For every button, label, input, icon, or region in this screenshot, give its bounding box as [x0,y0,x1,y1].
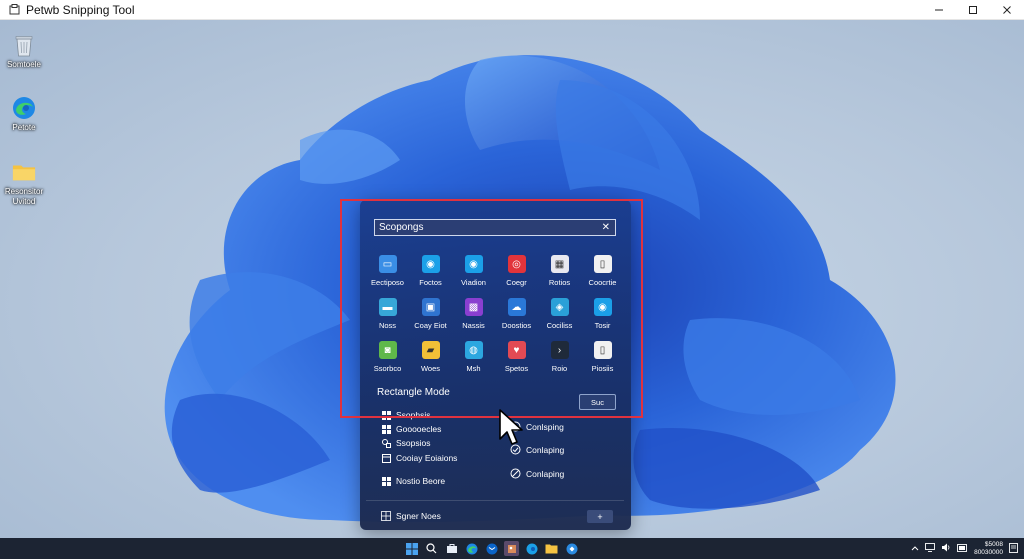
store-icon[interactable] [444,541,459,556]
desktop-icon-folder[interactable]: Resonsitor Uvitod [0,160,48,207]
window-title: Petwb Snipping Tool [26,2,135,17]
shapes-icon [382,438,391,448]
clock-time: $5008 [984,540,1003,548]
edge-icon[interactable] [524,541,539,556]
selection-rectangle[interactable] [340,199,643,418]
grid-outline-icon [381,511,391,521]
display-icon[interactable] [925,543,936,554]
desktop-icon-label: Petote [12,123,36,132]
folder-icon [12,160,36,184]
battery-icon[interactable] [957,543,968,554]
chevron-up-icon[interactable] [911,544,919,553]
window-icon [382,453,391,463]
desktop-icon-label: Resonsitor Uvitod [4,187,44,206]
option-item[interactable]: Nostio Beore [382,476,445,486]
right-option-item[interactable]: Conlaping [510,468,564,479]
clock[interactable]: $5008 80030000 [974,541,1003,557]
option-label: Conlsping [526,421,564,432]
panel-footer-item[interactable]: Sgner Noes [381,511,441,521]
desktop-icon-edge[interactable]: Petote [0,96,48,133]
notification-icon[interactable] [1009,542,1018,555]
option-item[interactable]: Ssopsios [382,438,431,448]
footer-label: Sgner Noes [396,511,441,521]
recycle-bin-icon [12,33,36,57]
close-button[interactable] [990,0,1024,19]
option-item[interactable]: Gooooecles [382,424,441,434]
edge-icon[interactable] [464,541,479,556]
panel-divider [366,500,624,501]
grid-icon [382,476,391,486]
mail-icon[interactable] [484,541,499,556]
taskbar: $5008 80030000 [0,538,1024,559]
maximize-button[interactable] [956,0,990,19]
option-label: Conlaping [526,468,565,479]
volume-icon[interactable] [941,543,951,554]
folder-icon[interactable] [544,541,559,556]
option-label: Ssopsios [396,438,431,448]
title-bar: Petwb Snipping Tool [0,0,1024,20]
add-button[interactable]: + [587,510,613,523]
option-label: Cooiay Eoiaions [396,453,458,463]
desktop-icon-label: Somtoele [7,60,41,69]
snipping-tool-icon[interactable] [564,541,579,556]
desktop-icon-recycle-bin[interactable]: Somtoele [0,33,48,70]
option-item[interactable]: Cooiay Eoiaions [382,453,457,463]
option-label: Nostio Beore [396,476,446,486]
mouse-cursor-icon [499,409,523,445]
photos-icon[interactable] [504,541,519,556]
search-icon[interactable] [424,541,439,556]
start-icon[interactable] [404,541,419,556]
option-label: Conlaping [526,444,565,455]
minimize-button[interactable] [922,0,956,19]
slash-circle-icon [510,468,521,479]
edge-icon [12,96,36,120]
snipping-tool-icon [8,4,20,16]
grid-icon [382,424,391,434]
option-label: Gooooecles [396,424,442,434]
clock-date: 80030000 [974,548,1003,556]
